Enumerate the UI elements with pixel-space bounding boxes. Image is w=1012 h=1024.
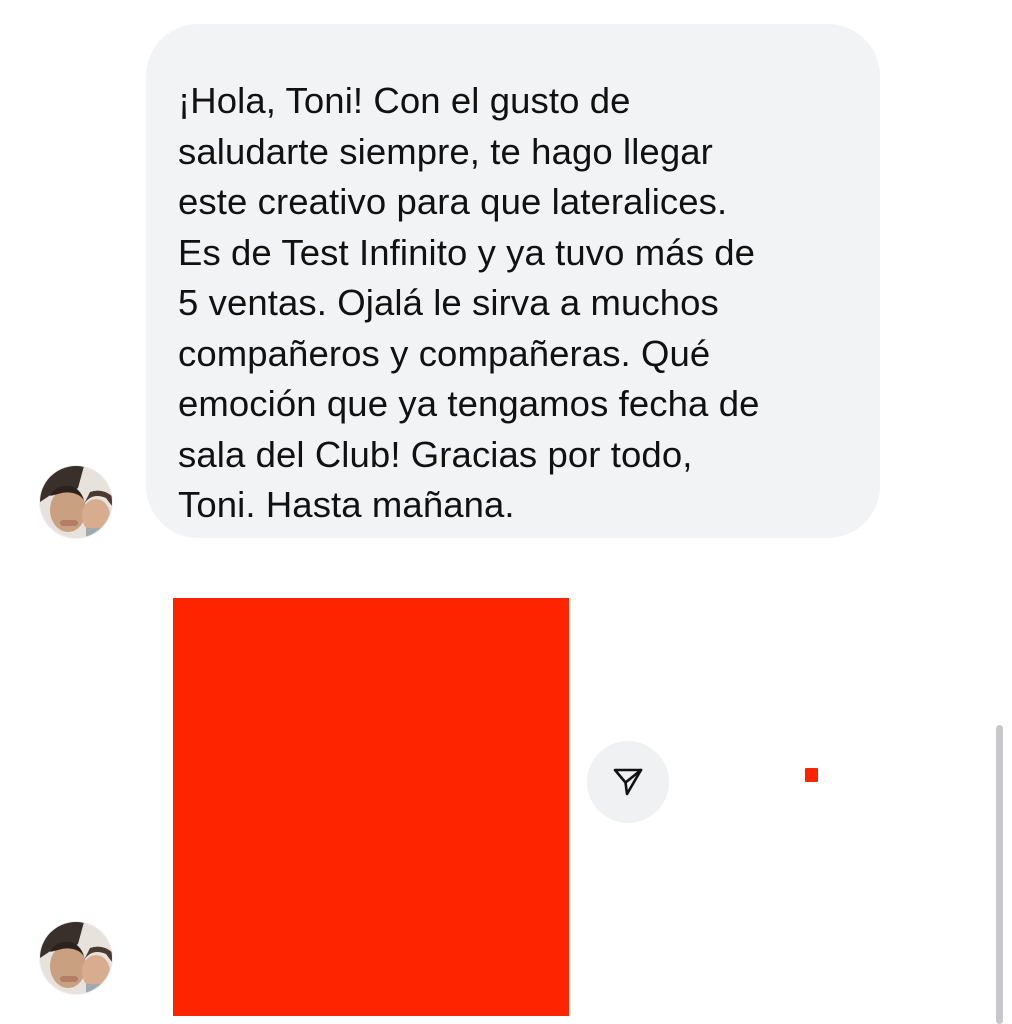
scrollbar[interactable]	[996, 725, 1003, 1024]
red-marker	[805, 768, 818, 782]
avatar-photo-icon	[40, 466, 112, 538]
message-text: ¡Hola, Toni! Con el gusto de saludarte s…	[178, 80, 760, 525]
sender-avatar-second[interactable]	[40, 922, 112, 994]
message-bubble[interactable]: ¡Hola, Toni! Con el gusto de saludarte s…	[146, 24, 880, 538]
sender-avatar[interactable]	[40, 466, 112, 538]
media-attachment[interactable]	[173, 598, 569, 1016]
avatar-photo-icon	[40, 922, 112, 994]
paper-plane-icon	[613, 768, 643, 796]
share-button[interactable]	[587, 741, 669, 823]
scrollbar-thumb[interactable]	[996, 725, 1003, 1024]
